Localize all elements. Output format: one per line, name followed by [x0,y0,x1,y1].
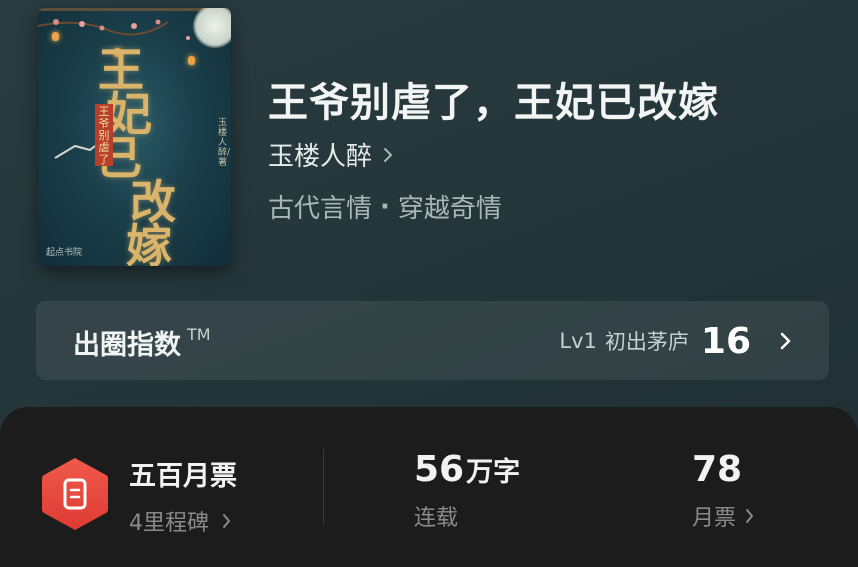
book-cover[interactable]: 王 妃 已 改 嫁 王爷别虐了 玉楼人醉/著 起点书院 [38,8,231,266]
tag-category[interactable]: 古代言情 [268,188,372,225]
chevron-right-icon [746,509,754,523]
index-label-group: 出圈指数 TM [73,323,211,362]
tag-subcategory[interactable]: 穿越奇情 [398,188,502,225]
trademark-mark: TM [187,325,211,344]
word-count-unit: 万字 [466,457,521,488]
serial-status: 连载 [414,506,459,531]
stats-divider [323,449,324,525]
index-score: 16 [700,320,751,362]
stats-panel: 五百月票 4里程碑 56 万字 连载 78 月票 [0,407,858,567]
index-label: 出圈指数 [73,330,181,361]
book-title: 王爷别虐了，王妃已改嫁 [268,80,719,126]
index-level: Lv1 [559,329,597,353]
lantern-icon [52,32,59,41]
milestone-count: 4里程碑 [129,511,209,536]
index-rank-name: 初出茅庐 [604,330,689,354]
index-level-group: Lv1 初出茅庐 16 [559,319,793,363]
author-link[interactable]: 玉楼人醉 [268,136,394,173]
cover-title-char: 改 [130,175,176,229]
cover-seal: 王爷别虐了 [95,104,113,166]
cover-title-char: 王 [98,43,144,97]
chevron-right-icon [780,332,791,350]
cover-brand: 起点书院 [46,248,83,258]
tag-separator: · [380,191,390,222]
milestone-link[interactable]: 4里程碑 [129,505,237,537]
cover-title-char: 嫁 [126,219,172,266]
book-tags: 古代言情 · 穿越奇情 [268,188,502,225]
chevron-right-icon [223,514,230,528]
chevron-right-icon [384,147,393,162]
cover-title-char: 已 [96,131,142,185]
popularity-index-bar[interactable]: 出圈指数 TM Lv1 初出茅庐 16 [36,301,829,380]
cover-vertical-author: 玉楼人醉/著 [218,118,231,168]
monthly-ticket-icon [42,458,108,530]
milestone-block: 五百月票 4里程碑 [129,454,237,537]
monthly-votes-number: 78 [692,449,743,490]
cover-title-char: 妃 [106,87,152,141]
word-count-number: 56 [414,449,465,490]
monthly-votes-label: 月票 [692,506,737,531]
word-count-stat: 56 万字 连载 [414,449,520,532]
monthly-votes-stat[interactable]: 78 月票 [692,449,755,532]
milestone-title: 五百月票 [129,461,237,492]
author-name: 玉楼人醉 [268,142,373,172]
